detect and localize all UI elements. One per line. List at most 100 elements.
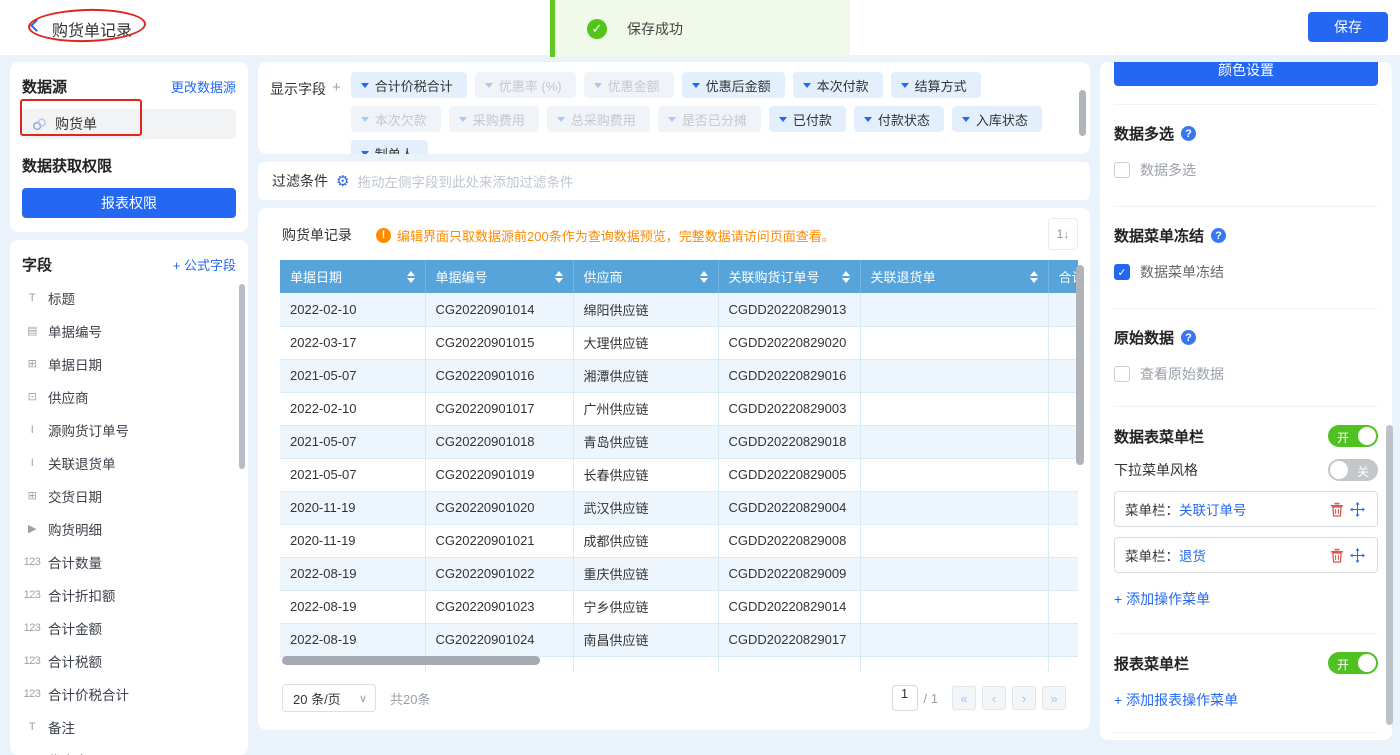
- column-header[interactable]: 合计数量: [1048, 260, 1078, 293]
- field-item[interactable]: ⊡ 供应商: [22, 380, 236, 413]
- display-field-chip[interactable]: 优惠率 (%): [475, 72, 576, 98]
- page-size-select[interactable]: 20 条/页 ∨: [282, 684, 376, 712]
- menu-freeze-checkbox-row[interactable]: ✓ 数据菜单冻结: [1114, 262, 1378, 282]
- last-page-button[interactable]: »: [1042, 686, 1066, 710]
- table-row[interactable]: 2021-05-07 CG20220901016 湘潭供应链 CGDD20220…: [280, 359, 1078, 392]
- field-item[interactable]: ⊞ 交货日期: [22, 479, 236, 512]
- first-page-button[interactable]: «: [952, 686, 976, 710]
- checkbox-checked[interactable]: ✓: [1114, 264, 1130, 280]
- fields-scrollbar[interactable]: [239, 284, 245, 469]
- field-item[interactable]: ▤ 单据编号: [22, 314, 236, 347]
- page-number-input[interactable]: 1: [892, 685, 918, 711]
- color-settings-button[interactable]: 颜色设置: [1114, 62, 1378, 86]
- settings-scrollbar[interactable]: [1386, 425, 1393, 725]
- field-item[interactable]: 123 合计税额: [22, 644, 236, 677]
- display-field-chip[interactable]: 制单人: [351, 140, 428, 154]
- back-icon[interactable]: [30, 19, 43, 32]
- report-permission-button[interactable]: 报表权限: [22, 188, 236, 218]
- display-field-chip[interactable]: 采购费用: [449, 106, 539, 132]
- field-item[interactable]: T 标题: [22, 281, 236, 314]
- vertical-scrollbar[interactable]: [1076, 265, 1084, 465]
- field-label: 交货日期: [48, 486, 102, 506]
- add-display-field-button[interactable]: +: [332, 79, 341, 144]
- table-row[interactable]: 2022-08-19 CG20220901022 重庆供应链 CGDD20220…: [280, 557, 1078, 590]
- table-menu-toggle[interactable]: 开: [1328, 425, 1378, 447]
- menu-bar-item[interactable]: 菜单栏： 退货: [1114, 537, 1378, 573]
- horizontal-scrollbar[interactable]: [282, 656, 540, 665]
- gear-icon[interactable]: ⚙: [336, 172, 349, 190]
- move-icon[interactable]: [1347, 502, 1367, 517]
- datasource-item[interactable]: 购货单: [22, 109, 236, 139]
- delete-icon[interactable]: [1327, 502, 1347, 517]
- add-action-menu-link[interactable]: + 添加操作菜单: [1114, 589, 1210, 609]
- table-row[interactable]: 2022-03-17 CG20220901015 大理供应链 CGDD20220…: [280, 326, 1078, 359]
- field-item[interactable]: I 关联退货单: [22, 446, 236, 479]
- sort-arrows-icon[interactable]: [407, 271, 415, 283]
- column-header[interactable]: 单据编号: [425, 260, 573, 293]
- field-item[interactable]: 123 合计数量: [22, 545, 236, 578]
- field-item[interactable]: 123 合计折扣额: [22, 578, 236, 611]
- table-row[interactable]: 2020-11-19 CG20220901020 武汉供应链 CGDD20220…: [280, 491, 1078, 524]
- table-row[interactable]: 2022-02-10 CG20220901017 广州供应链 CGDD20220…: [280, 392, 1078, 425]
- sort-arrows-icon[interactable]: [842, 271, 850, 283]
- field-item[interactable]: ⊞ 单据日期: [22, 347, 236, 380]
- display-field-chip[interactable]: 本次欠款: [351, 106, 441, 132]
- change-datasource-link[interactable]: 更改数据源: [171, 77, 236, 96]
- save-button[interactable]: 保存: [1308, 12, 1388, 42]
- display-field-chip[interactable]: 是否已分摊: [658, 106, 761, 132]
- field-item[interactable]: ▶ 购货明细: [22, 512, 236, 545]
- display-field-chip[interactable]: 优惠后金额: [682, 72, 785, 98]
- table-row[interactable]: 2022-08-19 CG20220901023 宁乡供应链 CGDD20220…: [280, 590, 1078, 623]
- delete-icon[interactable]: [1327, 548, 1347, 563]
- menu-bar-item[interactable]: 菜单栏： 关联订单号: [1114, 491, 1378, 527]
- field-item[interactable]: 123 合计金额: [22, 611, 236, 644]
- display-field-chip[interactable]: 结算方式: [891, 72, 981, 98]
- display-field-chip[interactable]: 付款状态: [854, 106, 944, 132]
- sort-arrows-icon[interactable]: [700, 271, 708, 283]
- sort-arrows-icon[interactable]: [1030, 271, 1038, 283]
- report-menu-toggle[interactable]: 开: [1328, 652, 1378, 674]
- display-field-chip[interactable]: 优惠金额: [584, 72, 674, 98]
- add-report-action-menu-link[interactable]: + 添加报表操作菜单: [1114, 690, 1238, 710]
- column-header[interactable]: 关联购货订单号: [718, 260, 860, 293]
- display-field-chip[interactable]: 合计价税合计: [351, 72, 467, 98]
- move-icon[interactable]: [1347, 548, 1367, 563]
- table-row[interactable]: 2020-11-19 CG20220901021 成都供应链 CGDD20220…: [280, 524, 1078, 557]
- checkbox-unchecked[interactable]: [1114, 162, 1130, 178]
- help-icon[interactable]: ?: [1181, 330, 1196, 345]
- checkbox-unchecked[interactable]: [1114, 366, 1130, 382]
- sort-arrows-icon[interactable]: [555, 271, 563, 283]
- table-row[interactable]: 2021-05-07 CG20220901019 长春供应链 CGDD20220…: [280, 458, 1078, 491]
- chips-scrollbar[interactable]: [1079, 90, 1086, 136]
- column-header[interactable]: 单据日期: [280, 260, 425, 293]
- menu-item-value[interactable]: 关联订单号: [1179, 499, 1247, 519]
- prev-page-button[interactable]: ‹: [982, 686, 1006, 710]
- multi-select-checkbox-row[interactable]: 数据多选: [1114, 160, 1378, 180]
- help-icon[interactable]: ?: [1181, 126, 1196, 141]
- next-page-button[interactable]: ›: [1012, 686, 1036, 710]
- display-field-chip[interactable]: 本次付款: [793, 72, 883, 98]
- help-icon[interactable]: ?: [1211, 228, 1226, 243]
- field-item[interactable]: T 备注: [22, 710, 236, 743]
- dropdown-style-toggle[interactable]: 关: [1328, 459, 1378, 481]
- menu-item-value[interactable]: 退货: [1179, 545, 1206, 565]
- sort-tool-button[interactable]: 1↓: [1048, 218, 1078, 250]
- column-header[interactable]: 供应商: [573, 260, 718, 293]
- table-row[interactable]: 2021-05-07 CG20220901018 青岛供应链 CGDD20220…: [280, 425, 1078, 458]
- raw-data-checkbox-row[interactable]: 查看原始数据: [1114, 364, 1378, 384]
- field-item[interactable]: 123 优惠率 (%): [22, 743, 236, 755]
- field-label: 合计金额: [48, 618, 102, 638]
- display-field-chip[interactable]: 已付款: [769, 106, 846, 132]
- display-field-chip[interactable]: 总采购费用: [547, 106, 650, 132]
- display-field-chip[interactable]: 入库状态: [952, 106, 1042, 132]
- column-header[interactable]: 关联退货单: [860, 260, 1048, 293]
- cell-return-no: [860, 656, 1048, 672]
- checkbox-label: 数据多选: [1140, 160, 1196, 180]
- cell-order-no: CGDD20220829009: [718, 557, 860, 590]
- field-item[interactable]: I 源购货订单号: [22, 413, 236, 446]
- table-row[interactable]: 2022-08-19 CG20220901024 南昌供应链 CGDD20220…: [280, 623, 1078, 656]
- cell-doc-no: CG20220901019: [425, 458, 573, 491]
- add-formula-field-link[interactable]: + 公式字段: [173, 255, 236, 274]
- table-row[interactable]: 2022-02-10 CG20220901014 绵阳供应链 CGDD20220…: [280, 293, 1078, 326]
- field-item[interactable]: 123 合计价税合计: [22, 677, 236, 710]
